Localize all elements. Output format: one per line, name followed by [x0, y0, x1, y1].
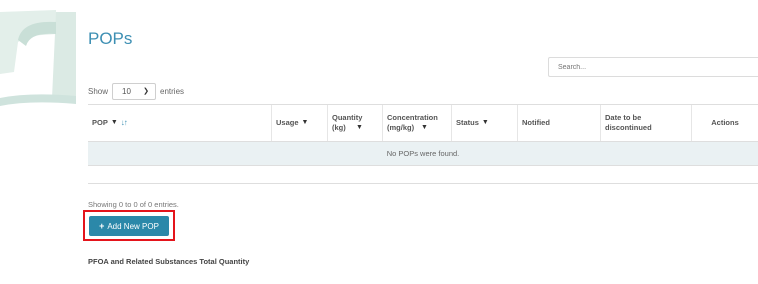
column-label: Status: [456, 118, 479, 128]
column-header-date-discontinued[interactable]: Date to be discontinued: [600, 105, 691, 141]
column-header-notified[interactable]: Notified: [517, 105, 600, 141]
filter-icon[interactable]: ▼: [421, 123, 428, 132]
column-label: POP: [92, 118, 108, 128]
decorative-shape: [0, 10, 76, 106]
pops-table: POP ▼ ↓↑ Usage ▼ Quantity (kg) ▼ Concent…: [88, 104, 758, 184]
entries-select[interactable]: 10 ❯: [112, 82, 157, 100]
column-label: Date to be discontinued: [605, 113, 652, 132]
column-header-status[interactable]: Status ▼: [451, 105, 517, 141]
filter-icon[interactable]: ▼: [111, 118, 118, 127]
entries-length-control: Show 10 ❯ entries: [88, 82, 184, 100]
table-info: Showing 0 to 0 of 0 entries.: [88, 200, 179, 209]
column-header-actions: Actions: [691, 105, 758, 141]
search-input[interactable]: [548, 57, 758, 77]
page-title: POPs: [88, 29, 133, 48]
table-header-row: POP ▼ ↓↑ Usage ▼ Quantity (kg) ▼ Concent…: [88, 104, 758, 142]
column-label: Concentration (mg/kg): [387, 113, 438, 132]
column-label: Usage: [276, 118, 299, 128]
column-header-quantity[interactable]: Quantity (kg) ▼: [327, 105, 382, 141]
add-new-pop-button[interactable]: + Add New POP: [89, 216, 169, 236]
filter-icon[interactable]: ▼: [302, 118, 309, 127]
plus-icon: +: [99, 221, 105, 231]
column-label: Notified: [522, 118, 550, 128]
entries-select-value: 10: [122, 86, 131, 96]
table-footer-spacer: [88, 166, 758, 184]
column-header-usage[interactable]: Usage ▼: [271, 105, 327, 141]
empty-message: No POPs were found.: [386, 149, 460, 158]
sort-icon[interactable]: ↓↑: [121, 118, 128, 128]
filter-icon[interactable]: ▼: [356, 123, 363, 132]
column-label: Actions: [711, 118, 739, 128]
length-prefix: Show: [88, 86, 109, 96]
table-empty-row: No POPs were found.: [88, 142, 758, 166]
length-suffix: entries: [160, 86, 185, 96]
column-header-concentration[interactable]: Concentration (mg/kg) ▼: [382, 105, 451, 141]
section-title: PFOA and Related Substances Total Quanti…: [88, 257, 250, 266]
column-header-pop[interactable]: POP ▼ ↓↑: [88, 105, 271, 141]
filter-icon[interactable]: ▼: [482, 118, 489, 127]
add-button-label: Add New POP: [107, 221, 159, 231]
decorative-sidebar: [0, 0, 76, 284]
chevron-down-icon: ❯: [143, 88, 150, 95]
